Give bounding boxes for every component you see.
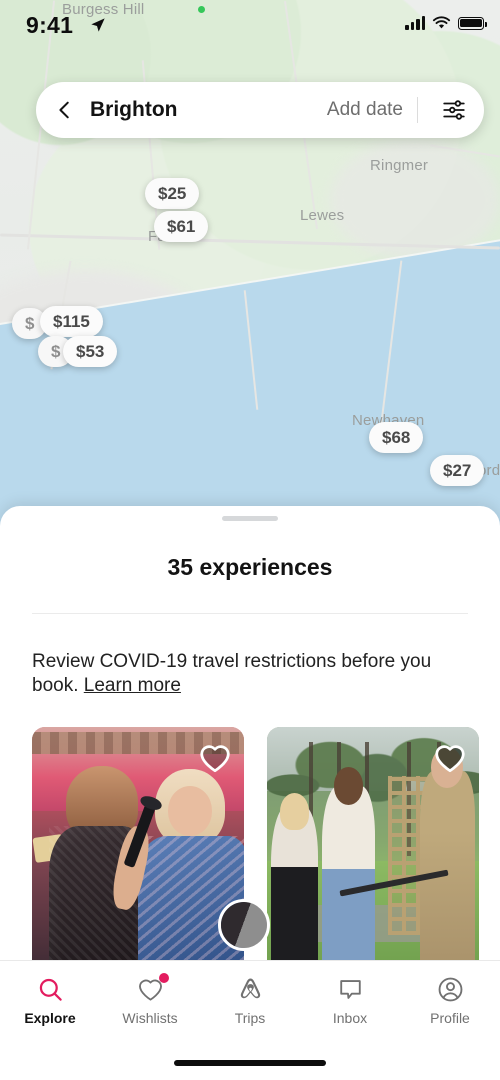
tab-trips[interactable]: Trips <box>200 974 300 1026</box>
map-price-pin[interactable]: $68 <box>369 422 424 453</box>
status-bar-indicators <box>405 16 487 30</box>
experience-card[interactable] <box>32 726 270 975</box>
host-avatar[interactable] <box>218 898 270 951</box>
tab-inbox[interactable]: Inbox <box>300 974 400 1026</box>
tab-profile[interactable]: Profile <box>400 974 500 1026</box>
message-bubble-icon <box>337 974 364 1004</box>
filter-sliders-icon <box>443 100 465 120</box>
heart-filled-icon[interactable] <box>433 741 467 775</box>
map-canvas[interactable]: Burgess HillRingmerLewesFaNewhavenord $2… <box>0 0 500 540</box>
search-icon <box>37 974 64 1004</box>
sheet-drag-handle[interactable] <box>222 516 278 521</box>
map-price-pin[interactable]: $61 <box>154 211 209 242</box>
search-location-value[interactable]: Brighton <box>90 98 177 122</box>
map-price-pin[interactable]: $115 <box>40 306 103 337</box>
user-circle-icon <box>437 974 464 1004</box>
filter-button[interactable] <box>432 88 476 132</box>
search-bar[interactable]: Brighton Add date <box>36 82 484 138</box>
tab-label: Trips <box>234 1010 266 1026</box>
home-indicator-bar <box>174 1060 326 1066</box>
chevron-left-icon <box>59 101 69 119</box>
heart-icon <box>137 973 169 1004</box>
status-bar: 9:41 <box>0 0 500 52</box>
map-price-pin[interactable]: $53 <box>63 336 118 367</box>
tab-label: Explore <box>24 1010 76 1026</box>
tab-label: Inbox <box>332 1010 368 1026</box>
location-arrow-icon <box>91 18 105 32</box>
experience-card-list <box>32 726 500 975</box>
status-bar-time: 9:41 <box>26 12 74 38</box>
battery-full-icon <box>458 16 487 30</box>
search-divider <box>417 97 418 123</box>
heart-outline-icon[interactable] <box>198 741 232 775</box>
experience-card[interactable] <box>267 726 479 975</box>
map-label: Ringmer <box>370 157 429 174</box>
map-label: Lewes <box>300 207 345 224</box>
airbnb-experiences-map-screen: Burgess HillRingmerLewesFaNewhavenord $2… <box>0 0 500 1080</box>
cellular-signal-icon <box>405 16 425 30</box>
add-date-button[interactable]: Add date <box>327 99 403 121</box>
airbnb-belo-icon <box>237 974 264 1004</box>
back-button[interactable] <box>42 87 88 133</box>
results-count-title: 35 experiences <box>167 554 333 580</box>
covid-learn-more-link[interactable]: Learn more <box>84 675 181 696</box>
tab-label: Wishlists <box>122 1010 178 1026</box>
map-price-pin[interactable]: $25 <box>145 178 200 209</box>
tab-explore[interactable]: Explore <box>0 974 100 1026</box>
wishlists-badge <box>158 973 169 983</box>
map-price-pin[interactable]: $27 <box>430 455 485 486</box>
tab-wishlists[interactable]: Wishlists <box>100 973 200 1026</box>
covid-notice: Review COVID-19 travel restrictions befo… <box>32 650 468 699</box>
green-recording-dot <box>198 6 205 13</box>
sheet-divider <box>32 613 468 614</box>
wifi-icon <box>432 16 451 29</box>
tab-label: Profile <box>430 1010 470 1026</box>
